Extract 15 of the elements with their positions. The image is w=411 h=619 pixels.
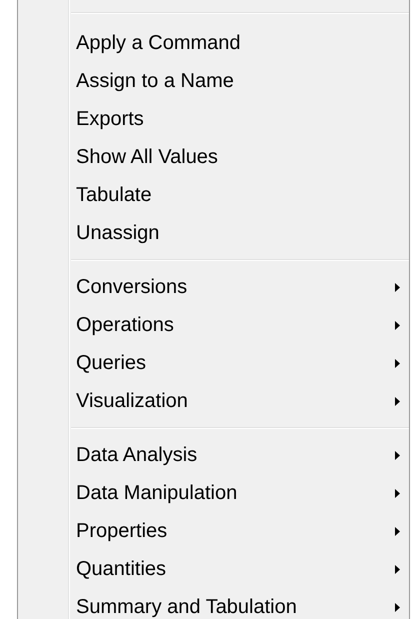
menu-item[interactable]: Show All Values — [71, 138, 409, 176]
menu-item[interactable]: Apply a Command — [71, 24, 409, 62]
menu-item[interactable]: Summary and Tabulation — [71, 588, 409, 619]
menu-item[interactable]: Quantities — [71, 550, 409, 588]
menu-item[interactable]: Conversions — [71, 268, 409, 306]
menu-item[interactable]: Tabulate — [71, 176, 409, 214]
menu-item[interactable]: Queries — [71, 344, 409, 382]
menu-item[interactable]: Properties — [71, 512, 409, 550]
menu-item[interactable]: Unassign — [71, 214, 409, 252]
menu-item[interactable]: Visualization — [71, 382, 409, 420]
menu-item[interactable]: Operations — [71, 306, 409, 344]
menu-item[interactable]: Assign to a Name — [71, 62, 409, 100]
menu-item[interactable]: Data Analysis — [71, 436, 409, 474]
menu-item[interactable]: Data Manipulation — [71, 474, 409, 512]
menu-item[interactable]: Exports — [71, 100, 409, 138]
